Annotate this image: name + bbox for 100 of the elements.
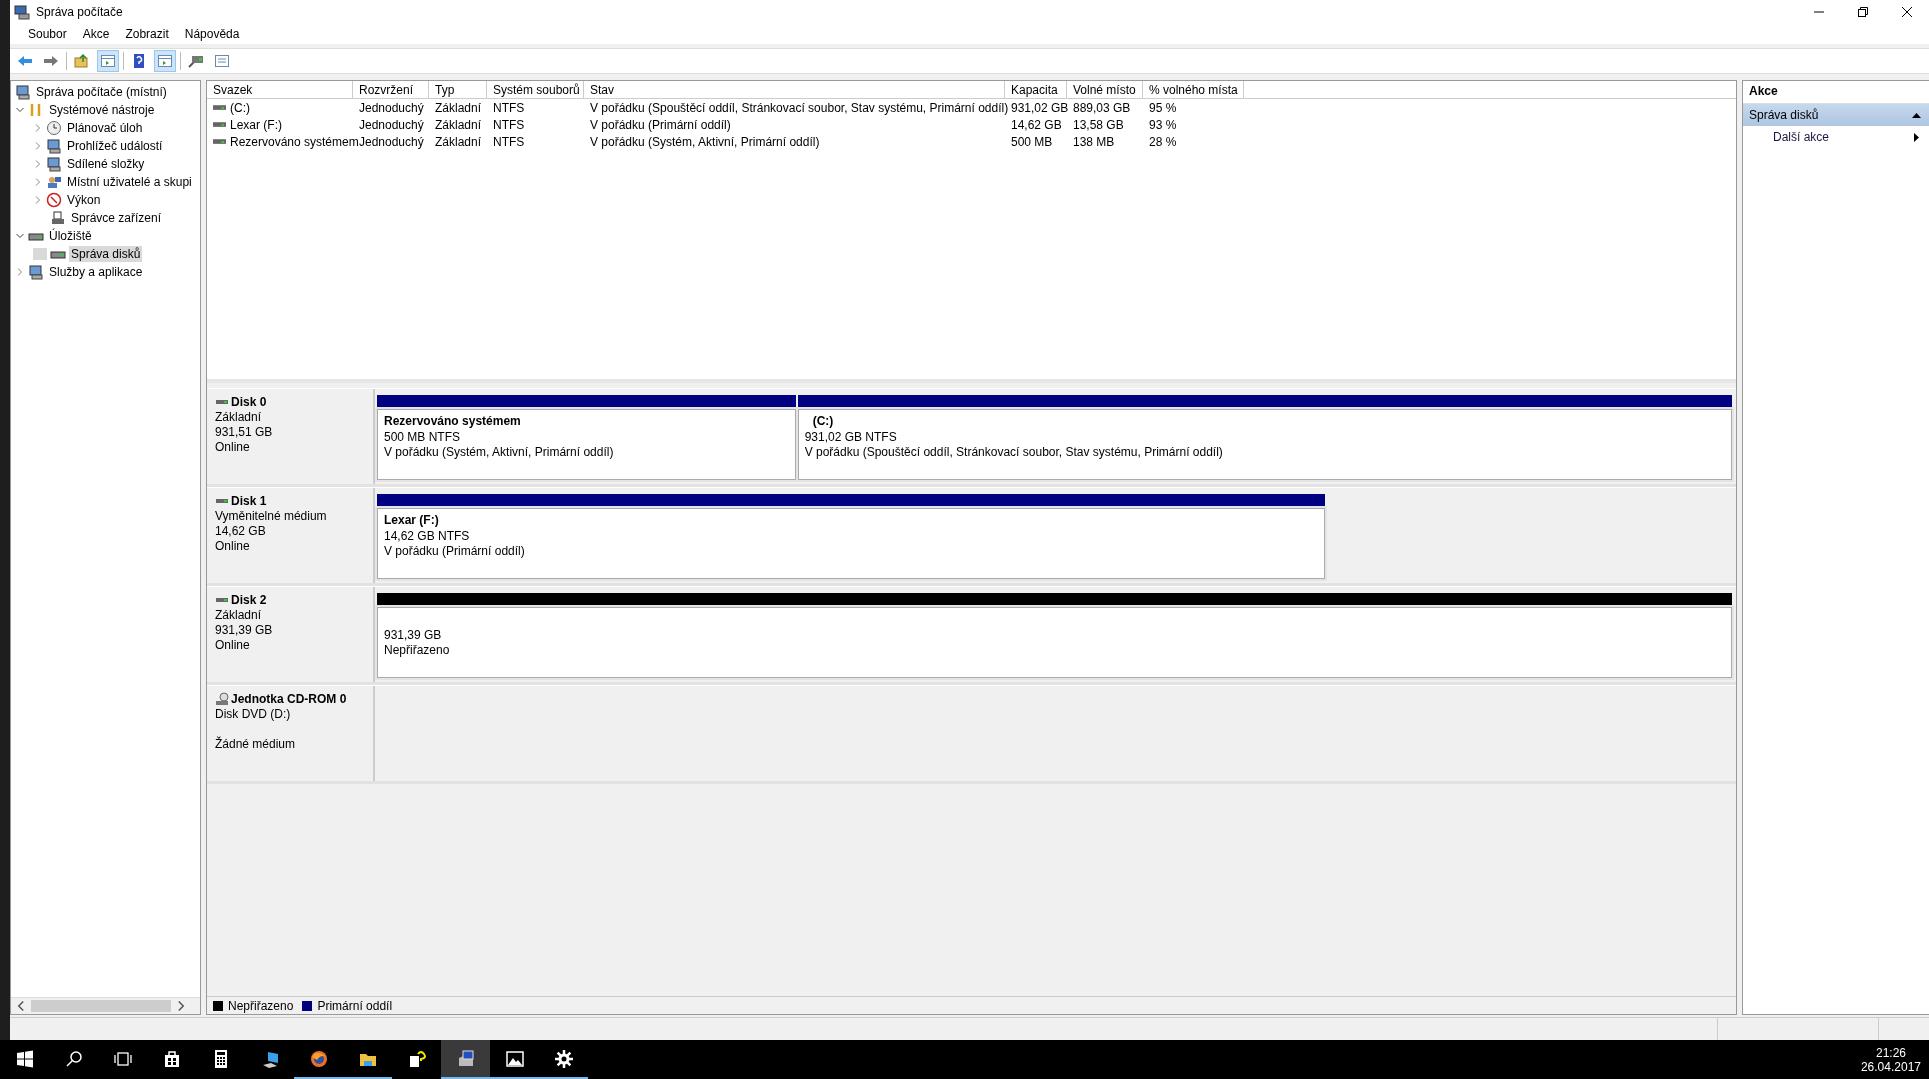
table-cell: 138 MB xyxy=(1073,134,1115,149)
close-icon[interactable] xyxy=(1901,6,1913,18)
tree-item[interactable]: Prohlížeč událostí xyxy=(11,137,200,155)
device-icon xyxy=(50,210,66,226)
tree-item[interactable]: Místní uživatelé a skupi xyxy=(11,173,200,191)
forward-arrow-icon xyxy=(43,53,59,69)
partition-info: 931,02 GB NTFS xyxy=(804,430,898,444)
restore-icon[interactable] xyxy=(1857,6,1869,18)
computer-management-icon xyxy=(14,4,30,20)
column-header[interactable]: Systém souborů xyxy=(487,81,584,98)
table-cell: 889,03 GB xyxy=(1073,100,1131,115)
menu-item[interactable]: Zobrazit xyxy=(117,25,177,43)
column-header[interactable]: Rozvržení xyxy=(353,81,429,98)
disk-name: Disk 0 xyxy=(231,395,267,409)
partition-title: Lexar (F:) xyxy=(384,513,440,528)
optical-drive-icon xyxy=(215,692,229,706)
column-header[interactable]: Svazek xyxy=(207,81,353,98)
tree-item[interactable]: Správce zařízení xyxy=(11,209,200,227)
computer-icon xyxy=(15,84,31,100)
tree-label: Prohlížeč událostí xyxy=(66,138,164,154)
table-cell: NTFS xyxy=(493,117,525,132)
toolbar-button[interactable] xyxy=(97,50,119,72)
tree-label: Úložiště xyxy=(48,228,93,244)
table-cell: Jednoduchý xyxy=(359,134,424,149)
drive-icon xyxy=(213,121,226,128)
table-cell: 931,02 GB xyxy=(1011,100,1069,115)
tree-item[interactable]: Správa disků xyxy=(11,245,200,263)
tree-label: Správa počítače (místní) xyxy=(35,84,168,100)
users-icon xyxy=(46,174,62,190)
clock-date: 26.04.2017 xyxy=(1860,1059,1921,1074)
table-cell: Jednoduchý xyxy=(359,117,424,132)
tree-label: Místní uživatelé a skupi xyxy=(66,174,193,190)
partition-info: 500 MB NTFS xyxy=(384,430,462,444)
photos-icon xyxy=(504,1048,525,1069)
partition-info: V pořádku (Primární oddíl) xyxy=(384,544,526,558)
disk-info: Základní xyxy=(215,608,263,622)
clock-icon xyxy=(46,120,62,136)
disk-name: Disk 2 xyxy=(231,593,267,607)
column-header[interactable]: Volné místo xyxy=(1067,81,1143,98)
column-header[interactable]: Stav xyxy=(584,81,1005,98)
table-cell: 13,58 GB xyxy=(1073,117,1124,132)
actions-section[interactable]: Správa disků xyxy=(1743,104,1929,126)
table-cell: Rezervováno systémem xyxy=(230,134,359,149)
taskbar-button[interactable] xyxy=(441,1040,490,1079)
properties-icon xyxy=(214,53,230,69)
disk-info: Online xyxy=(215,638,251,652)
disk-info: 931,51 GB xyxy=(215,425,274,439)
column-header[interactable]: Typ xyxy=(429,81,487,98)
tree-label: Systémové nástroje xyxy=(48,102,156,118)
legend-label: Nepřiřazeno xyxy=(228,998,294,1013)
disk-info: 931,39 GB xyxy=(215,623,274,637)
disk-info: Online xyxy=(215,539,251,553)
menu-item[interactable]: Soubor xyxy=(20,25,75,43)
drive-icon xyxy=(213,138,226,145)
tree-label: Správce zařízení xyxy=(70,210,163,226)
collapse-icon[interactable] xyxy=(1912,112,1921,118)
disk-name: Disk 1 xyxy=(231,494,267,508)
disk-info: Základní xyxy=(215,410,263,424)
menu-item[interactable]: Nápověda xyxy=(176,25,248,43)
tree-item[interactable]: Úložiště xyxy=(11,227,200,245)
window-title: Správa počítače xyxy=(36,5,123,19)
chevron-down-icon[interactable] xyxy=(15,105,25,115)
tree-item[interactable]: Sdílené složky xyxy=(11,155,200,173)
disk-info: Disk DVD (D:) xyxy=(215,707,292,721)
table-cell: V pořádku (Spouštěcí oddíl, Stránkovací soubor, Stav systému, Primární oddíl) xyxy=(590,100,1009,115)
tree-label: Správa disků xyxy=(69,246,143,262)
toolbar-button[interactable] xyxy=(154,50,176,72)
tree-item[interactable]: Výkon xyxy=(11,191,200,209)
tree-item[interactable]: Služby a aplikace xyxy=(11,263,200,281)
horizontal-scrollbar[interactable] xyxy=(11,997,200,1014)
tree-item[interactable]: Plánovač úloh xyxy=(11,119,200,137)
menu-item[interactable]: Akce xyxy=(74,25,118,43)
disk-name: Jednotka CD-ROM 0 xyxy=(231,692,347,706)
disk-info: 14,62 GB xyxy=(215,524,267,538)
chevron-down-icon[interactable] xyxy=(15,231,25,241)
drive-icon xyxy=(213,104,226,111)
table-cell: Jednoduchý xyxy=(359,100,424,115)
clock-time: 21:26 xyxy=(1875,1045,1906,1060)
table-cell: 93 % xyxy=(1149,117,1177,132)
action-link[interactable]: Další akce xyxy=(1743,126,1929,148)
help-icon xyxy=(131,53,147,69)
tree-item[interactable]: Systémové nástroje xyxy=(11,101,200,119)
partition-info: Nepřiřazeno xyxy=(384,643,451,657)
browser-icon xyxy=(308,1048,329,1069)
partition-info: V pořádku (Spouštěcí oddíl, Stránkovací soubor, Stav systému, Primární oddíl) xyxy=(804,445,1224,459)
column-header[interactable]: % volného místa xyxy=(1143,81,1244,98)
column-header[interactable]: Kapacita xyxy=(1005,81,1067,98)
disk-info: Vyměnitelné médium xyxy=(215,509,328,523)
tree-label: Výkon xyxy=(66,192,102,208)
partition-title: (C:) xyxy=(811,414,835,429)
table-cell: Lexar (F:) xyxy=(230,117,282,132)
back-arrow-icon xyxy=(17,53,33,69)
legend-label: Primární oddíl xyxy=(317,998,393,1013)
table-cell: Základní xyxy=(435,134,482,149)
tree-item[interactable]: Správa počítače (místní) xyxy=(11,83,200,101)
disk-info: Online xyxy=(215,440,251,454)
table-cell: 500 MB xyxy=(1011,134,1053,149)
connect-icon xyxy=(188,53,204,69)
tree-label: Služby a aplikace xyxy=(48,264,144,280)
disk-info: Žádné médium xyxy=(215,737,297,751)
